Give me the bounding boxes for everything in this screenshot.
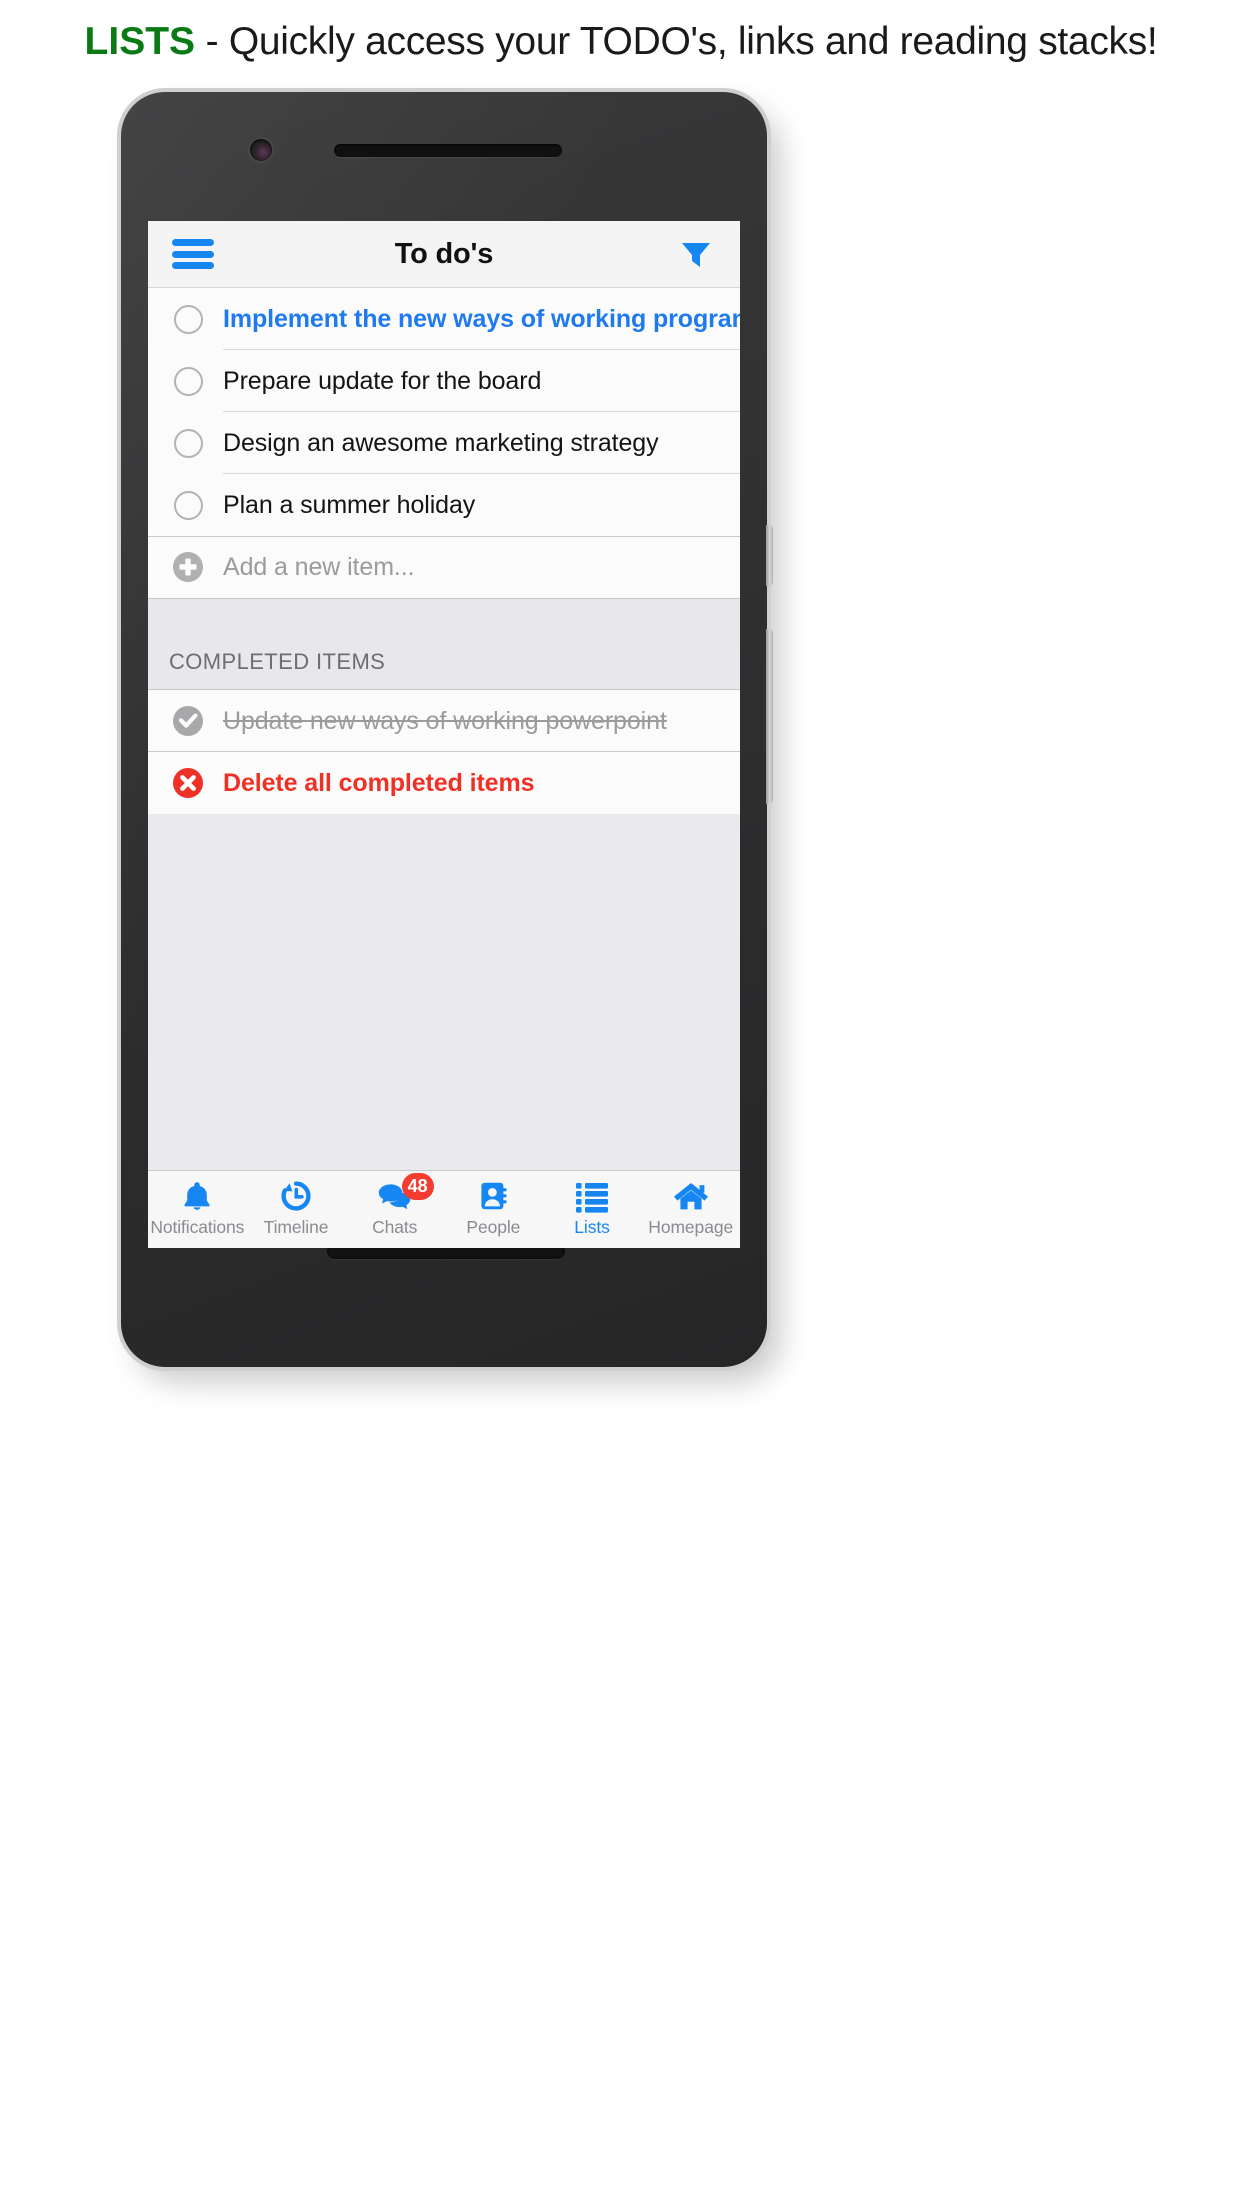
tab-timeline[interactable]: Timeline <box>247 1177 346 1238</box>
hamburger-bar <box>172 250 214 258</box>
checkbox-unchecked-icon[interactable] <box>169 300 207 338</box>
list-item-label: Implement the new ways of working progra… <box>223 304 740 333</box>
list-item[interactable]: Prepare update for the board <box>148 350 740 412</box>
power-button[interactable] <box>766 525 773 586</box>
tab-chats[interactable]: 48 Chats <box>345 1173 444 1238</box>
filter-funnel-icon[interactable] <box>674 232 718 276</box>
completed-items-section-header: COMPLETED ITEMS <box>148 598 740 690</box>
tab-label: Lists <box>574 1217 610 1237</box>
delete-all-completed-label: Delete all completed items <box>223 768 535 797</box>
tab-lists[interactable]: Lists <box>543 1177 642 1238</box>
check-circle-icon[interactable] <box>169 702 207 740</box>
headline-keyword: LISTS <box>84 20 196 63</box>
phone-mockup: To do's Implement the new ways of workin… <box>121 92 773 1367</box>
hamburger-bar <box>172 262 214 269</box>
checkbox-unchecked-icon[interactable] <box>169 486 207 524</box>
empty-list-area <box>148 814 740 1154</box>
page-title: To do's <box>394 237 494 270</box>
circle-outline <box>173 490 203 520</box>
circle-outline <box>173 366 203 396</box>
list-item[interactable]: Implement the new ways of working progra… <box>148 288 740 350</box>
hamburger-bar <box>172 239 214 246</box>
list-item-label: Plan a summer holiday <box>223 490 476 519</box>
list-item-label: Prepare update for the board <box>223 366 542 395</box>
bulleted-list-icon <box>573 1177 611 1215</box>
circle-outline <box>173 304 203 334</box>
list-item-label: Design an awesome marketing strategy <box>223 428 659 457</box>
tab-notifications[interactable]: Notifications <box>148 1177 247 1238</box>
phone-screen: To do's Implement the new ways of workin… <box>148 221 740 1248</box>
completed-list-item-label: Update new ways of working powerpoint <box>223 706 667 735</box>
checkbox-unchecked-icon[interactable] <box>169 362 207 400</box>
front-camera-icon <box>250 139 272 161</box>
add-new-item-row[interactable]: Add a new item... <box>148 536 740 598</box>
add-new-item-label: Add a new item... <box>223 552 415 581</box>
list-item[interactable]: Design an awesome marketing strategy <box>148 412 740 474</box>
tab-label: Homepage <box>648 1217 734 1237</box>
tab-homepage[interactable]: Homepage <box>641 1177 740 1238</box>
completed-list-item[interactable]: Update new ways of working powerpoint <box>148 690 740 752</box>
plus-circle-icon <box>169 548 207 586</box>
x-circle-icon <box>169 764 207 802</box>
section-title: COMPLETED ITEMS <box>169 649 386 674</box>
tab-label: Notifications <box>150 1217 245 1237</box>
hamburger-icon[interactable] <box>172 239 214 269</box>
tab-people[interactable]: People <box>444 1177 543 1238</box>
circle-outline <box>173 428 203 458</box>
checkbox-unchecked-icon[interactable] <box>169 424 207 462</box>
tab-label: Timeline <box>263 1217 329 1237</box>
tab-label: People <box>466 1217 521 1237</box>
bottom-tab-bar: Notifications Timeline 48 Chats People L… <box>148 1170 740 1248</box>
delete-all-completed-row[interactable]: Delete all completed items <box>148 752 740 814</box>
app-header: To do's <box>148 221 740 288</box>
list-item[interactable]: Plan a summer holiday <box>148 474 740 536</box>
headline-rest: - Quickly access your TODO's, links and … <box>195 20 1158 63</box>
history-clock-icon <box>278 1177 314 1215</box>
home-icon <box>671 1177 711 1215</box>
tab-label: Chats <box>372 1217 418 1237</box>
volume-rocker-button[interactable] <box>766 629 773 804</box>
contact-book-icon <box>475 1177 511 1215</box>
page-headline: LISTS - Quickly access your TODO's, link… <box>0 20 1242 64</box>
bell-icon <box>179 1177 215 1215</box>
todo-list: Implement the new ways of working progra… <box>148 288 740 1154</box>
chats-unread-badge: 48 <box>401 1173 434 1200</box>
chat-bubbles-icon: 48 <box>375 1173 434 1215</box>
earpiece-speaker-grille <box>334 144 562 157</box>
